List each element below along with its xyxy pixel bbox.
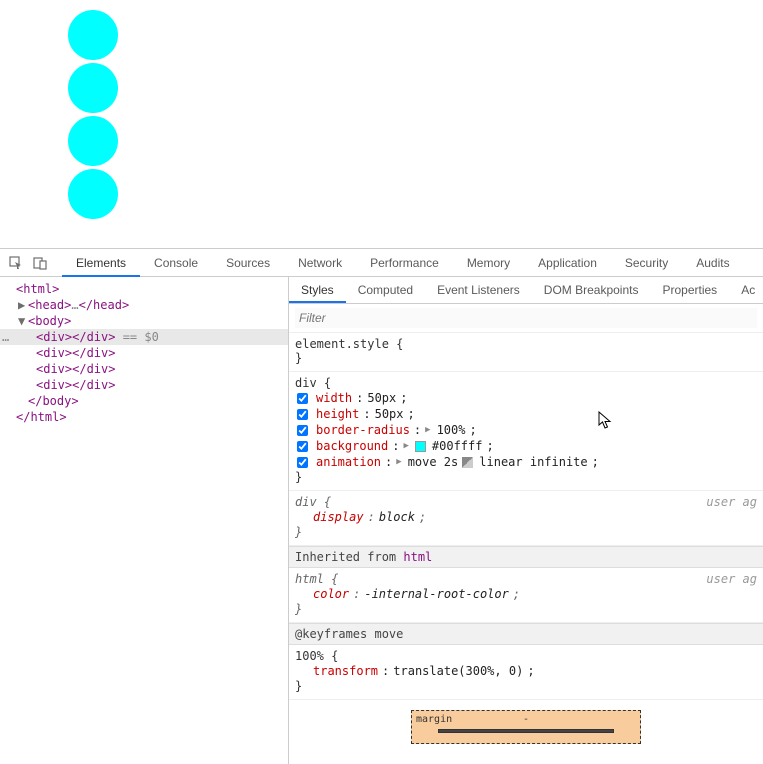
- tab-console[interactable]: Console: [140, 249, 212, 277]
- color-swatch[interactable]: [415, 441, 426, 452]
- dom-node[interactable]: </html>: [0, 409, 288, 425]
- decl-toggle[interactable]: [297, 441, 308, 452]
- margin-top-value[interactable]: -: [523, 714, 529, 725]
- subtab-dom-breakpoints[interactable]: DOM Breakpoints: [532, 277, 651, 303]
- subtab-event-listeners[interactable]: Event Listeners: [425, 277, 532, 303]
- dom-node[interactable]: <html>: [0, 281, 288, 297]
- tab-elements[interactable]: Elements: [62, 249, 140, 277]
- timing-icon[interactable]: [462, 457, 473, 468]
- decl-animation[interactable]: animation:▶move 2s linear infinite;: [295, 454, 757, 470]
- expand-icon[interactable]: ▶: [425, 422, 430, 438]
- dom-node[interactable]: <div></div>: [0, 345, 288, 361]
- decl-height[interactable]: height: 50px;: [295, 406, 757, 422]
- rule-div-useragent[interactable]: user ag div { display: block; }: [289, 491, 763, 546]
- decl-background[interactable]: background:▶#00ffff;: [295, 438, 757, 454]
- subtab-styles[interactable]: Styles: [289, 277, 346, 303]
- dom-node[interactable]: <div></div>: [0, 377, 288, 393]
- device-toggle-icon[interactable]: [30, 253, 50, 273]
- dom-node[interactable]: </body>: [0, 393, 288, 409]
- styles-pane: Styles Computed Event Listeners DOM Brea…: [289, 277, 763, 764]
- decl-toggle[interactable]: [297, 409, 308, 420]
- devtools-main-tabs: Elements Console Sources Network Perform…: [0, 249, 763, 277]
- subtab-properties[interactable]: Properties: [650, 277, 729, 303]
- tab-security[interactable]: Security: [611, 249, 682, 277]
- box-model-border[interactable]: [438, 729, 614, 733]
- decl-toggle[interactable]: [297, 457, 308, 468]
- tab-network[interactable]: Network: [284, 249, 356, 277]
- inherited-from-header: Inherited from html: [289, 546, 763, 568]
- styles-subtabs: Styles Computed Event Listeners DOM Brea…: [289, 277, 763, 304]
- page-circle: [68, 10, 118, 60]
- decl-toggle[interactable]: [297, 425, 308, 436]
- page-circle: [68, 63, 118, 113]
- expand-icon[interactable]: ▶: [396, 454, 401, 470]
- rule-html-useragent[interactable]: user ag html { color: -internal-root-col…: [289, 568, 763, 623]
- dom-node[interactable]: <div></div>: [0, 361, 288, 377]
- rule-div[interactable]: div { width: 50px; height: 50px; border-…: [289, 372, 763, 491]
- elements-dom-tree[interactable]: <html> ▶<head>…</head> ▼<body> <div></di…: [0, 277, 289, 764]
- useragent-label: user ag: [706, 572, 757, 586]
- styles-filter-input[interactable]: [295, 308, 757, 328]
- expand-icon[interactable]: ▶: [403, 438, 408, 454]
- dom-node[interactable]: ▶<head>…</head>: [0, 297, 288, 313]
- rule-element-style[interactable]: element.style { }: [289, 333, 763, 372]
- useragent-label: user ag: [706, 495, 757, 509]
- dom-node-selected[interactable]: <div></div> == $0: [0, 329, 288, 345]
- page-circle: [68, 169, 118, 219]
- decl-border-radius[interactable]: border-radius:▶100%;: [295, 422, 757, 438]
- decl-display: display: block;: [295, 509, 757, 525]
- dom-node[interactable]: ▼<body>: [0, 313, 288, 329]
- rule-keyframe[interactable]: 100% { transform: translate(300%, 0); }: [289, 645, 763, 700]
- devtools-panel: Elements Console Sources Network Perform…: [0, 248, 763, 764]
- page-circle: [68, 116, 118, 166]
- tab-memory[interactable]: Memory: [453, 249, 524, 277]
- margin-label: margin: [416, 714, 452, 725]
- box-model[interactable]: margin -: [289, 700, 763, 744]
- tab-audits[interactable]: Audits: [682, 249, 743, 277]
- keyframes-header: @keyframes move: [289, 623, 763, 645]
- decl-color: color: -internal-root-color;: [295, 586, 757, 602]
- inherited-from-link[interactable]: html: [403, 550, 432, 564]
- styles-filter-row: [289, 304, 763, 333]
- tab-sources[interactable]: Sources: [212, 249, 284, 277]
- tab-performance[interactable]: Performance: [356, 249, 453, 277]
- subtab-accessibility[interactable]: Ac: [729, 277, 763, 303]
- decl-toggle[interactable]: [297, 393, 308, 404]
- tab-application[interactable]: Application: [524, 249, 611, 277]
- decl-width[interactable]: width: 50px;: [295, 390, 757, 406]
- styles-rules: element.style { } div { width: 50px; hei…: [289, 333, 763, 744]
- page-preview: [0, 0, 763, 248]
- subtab-computed[interactable]: Computed: [346, 277, 425, 303]
- box-model-margin[interactable]: margin -: [411, 710, 641, 744]
- decl-transform[interactable]: transform: translate(300%, 0);: [295, 663, 757, 679]
- inspect-icon[interactable]: [6, 253, 26, 273]
